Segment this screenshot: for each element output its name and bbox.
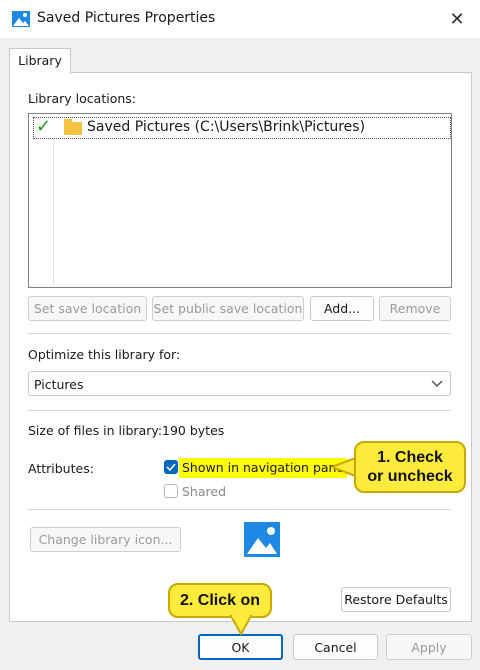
location-path: Saved Pictures (C:\Users\Brink\Pictures) [87, 119, 366, 135]
attributes-label: Attributes: [28, 461, 94, 476]
close-icon: ✕ [449, 8, 465, 30]
close-button[interactable]: ✕ [434, 0, 480, 38]
title-bar: Saved Pictures Properties ✕ [0, 0, 480, 38]
set-public-save-location-button[interactable]: Set public save location [152, 296, 304, 321]
shown-in-navigation-label[interactable]: Shown in navigation pane [179, 458, 348, 478]
callout-click-on: 2. Click on [168, 583, 272, 618]
add-button[interactable]: Add... [310, 296, 374, 321]
size-label: Size of files in library: [28, 423, 163, 438]
separator [28, 333, 451, 334]
separator [28, 410, 451, 411]
shared-checkbox[interactable] [164, 484, 178, 498]
window-title: Saved Pictures Properties [37, 10, 216, 26]
picture-library-icon [12, 11, 30, 27]
change-library-icon-button[interactable]: Change library icon... [30, 527, 181, 552]
picture-library-icon [244, 522, 280, 557]
shared-label: Shared [182, 484, 227, 499]
callout-check-uncheck: 1. Check or uncheck [354, 441, 466, 493]
checkmark-icon [166, 463, 176, 472]
remove-button[interactable]: Remove [379, 296, 451, 321]
restore-defaults-button[interactable]: Restore Defaults [341, 587, 451, 612]
separator [28, 509, 451, 510]
callout-line: 1. Check [377, 449, 443, 466]
optimize-label: Optimize this library for: [28, 347, 181, 362]
ok-button[interactable]: OK [198, 634, 283, 660]
set-save-location-button[interactable]: Set save location [28, 296, 147, 321]
library-locations-label: Library locations: [28, 91, 137, 106]
optimize-select[interactable]: Pictures [28, 371, 451, 396]
callout-line: or uncheck [367, 468, 453, 485]
tab-library[interactable]: Library [9, 48, 71, 74]
checkmark-icon: ✓ [36, 116, 52, 137]
optimize-selected-value: Pictures [34, 377, 84, 392]
chevron-down-icon [431, 380, 443, 387]
apply-button[interactable]: Apply [386, 634, 472, 660]
list-divider [53, 138, 54, 286]
list-item[interactable]: ✓ Saved Pictures (C:\Users\Brink\Picture… [33, 116, 451, 139]
size-value: 190 bytes [162, 423, 225, 438]
shown-in-navigation-checkbox[interactable] [164, 460, 178, 474]
library-locations-list[interactable]: ✓ Saved Pictures (C:\Users\Brink\Picture… [28, 113, 452, 288]
folder-icon [64, 119, 82, 135]
cancel-button[interactable]: Cancel [293, 634, 378, 660]
callout-pointer [230, 615, 252, 635]
